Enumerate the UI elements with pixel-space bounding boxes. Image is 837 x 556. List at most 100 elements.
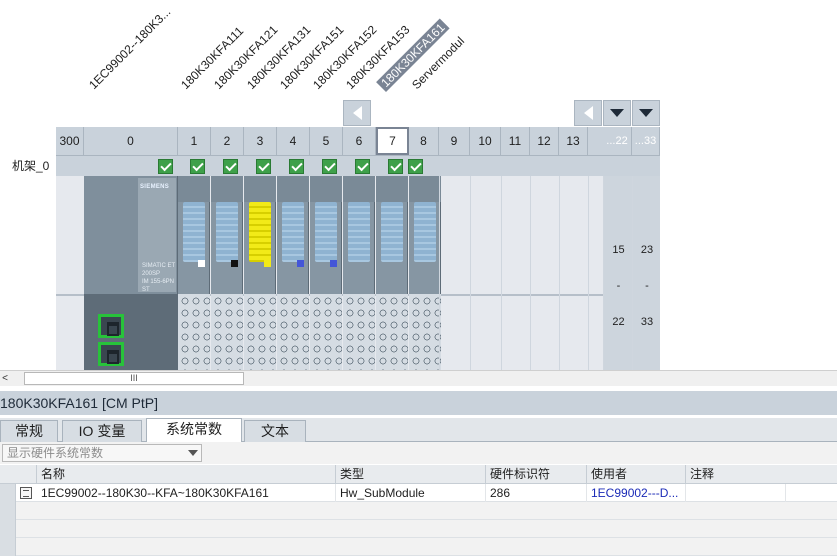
slot-number-row: 30001234567891011121314...22...33 [56, 127, 660, 155]
tab-texts[interactable]: 文本 [244, 420, 306, 442]
cell-type: Hw_SubModule [336, 484, 486, 502]
row-selector [0, 520, 16, 538]
module-label-strip [282, 202, 304, 262]
module-header [244, 176, 276, 202]
slot-number-8[interactable]: 8 [409, 127, 439, 155]
module-label-strip [183, 202, 205, 262]
scroll-left-button-2[interactable] [574, 100, 602, 126]
row-selector [0, 502, 16, 520]
rack-name: 机架_0 [12, 159, 50, 173]
empty-slot[interactable] [439, 176, 469, 372]
device-view-window: { "rack": { "module_labels": [ {"text": … [0, 0, 837, 556]
system-constants-table: 名称 类型 硬件标识符 使用者 注释 1EC99002--180K30--KFA… [0, 465, 837, 556]
empty-slot[interactable] [470, 176, 500, 372]
module-ok-check-icon [256, 159, 271, 174]
slot-number-4[interactable]: 4 [277, 127, 310, 155]
cell-hw-id: 286 [486, 484, 587, 502]
scroll-left-button[interactable] [343, 100, 371, 126]
slot-number-33[interactable]: ...33 [632, 127, 660, 155]
ethernet-port-icon[interactable] [98, 342, 124, 366]
module-terminal-block [277, 294, 309, 372]
properties-title: 180K30KFA161 [CM PtP] [0, 391, 837, 415]
filter-dropdown[interactable]: 显示硬件系统常数 [2, 444, 202, 462]
empty-slot[interactable] [501, 176, 531, 372]
slot-number-1[interactable]: 1 [178, 127, 211, 155]
range-dash: - [645, 280, 649, 292]
row-selector [0, 538, 16, 556]
ethernet-port-icon[interactable] [98, 314, 124, 338]
range-to: 22 [612, 316, 625, 328]
module-ok-check-icon [355, 159, 370, 174]
empty-slot[interactable] [530, 176, 560, 372]
column-header-name[interactable]: 名称 [37, 465, 336, 484]
column-header-hw-id[interactable]: 硬件标识符 [486, 465, 587, 484]
slot-number-3[interactable]: 3 [244, 127, 277, 155]
module-label[interactable]: 1EC99002--180K3... [86, 5, 173, 92]
table-corner [0, 465, 37, 484]
module-terminal-block [178, 294, 210, 372]
io-module-slot-6[interactable] [343, 176, 375, 372]
slot-number-7[interactable]: 7 [376, 127, 409, 155]
tab-system-constants[interactable]: 系统常数 [146, 418, 242, 443]
module-label-strip [249, 202, 271, 262]
module-color-code [264, 260, 271, 267]
column-header-used-by[interactable]: 使用者 [587, 465, 686, 484]
module-label-strip [315, 202, 337, 262]
slot-number-300[interactable]: 300 [56, 127, 84, 155]
cell-name[interactable]: 1EC99002--180K30--KFA~180K30KFA161 [37, 484, 336, 502]
module-header [343, 176, 375, 202]
cell-used-by[interactable]: 1EC99002---D... [587, 484, 686, 502]
empty-slot[interactable] [559, 176, 589, 372]
module-header [310, 176, 342, 202]
module-terminal-block [244, 294, 276, 372]
scrollbar-thumb[interactable]: III [24, 372, 244, 385]
slot-33-range[interactable]: 23 - 33 [632, 176, 660, 372]
interface-module-text: SIMATIC ET 200SP IM 155-6PN ST [142, 263, 176, 293]
module-label-strip [414, 202, 436, 262]
chevron-down-icon [188, 450, 198, 456]
column-header-comment[interactable]: 注释 [686, 465, 837, 484]
slot-number-10[interactable]: 10 [470, 127, 501, 155]
slot-number-12[interactable]: 12 [530, 127, 559, 155]
io-module-slot-5[interactable] [310, 176, 342, 372]
slot-number-11[interactable]: 11 [501, 127, 530, 155]
expand-slot-33-button[interactable] [632, 100, 660, 126]
horizontal-scrollbar[interactable]: < III [0, 370, 837, 386]
tab-general[interactable]: 常规 [0, 420, 58, 442]
io-module-slot-8[interactable] [409, 176, 441, 372]
system-constant-icon [20, 487, 32, 499]
rack-body: SIEMENS SIMATIC ET 200SP IM 155-6PN ST 15… [56, 176, 660, 372]
empty-slot[interactable] [588, 176, 603, 372]
arrow-down-icon [639, 109, 653, 117]
module-color-code [297, 260, 304, 267]
range-from: 23 [640, 244, 654, 256]
slot-number-0[interactable]: 0 [84, 127, 178, 155]
module-color-code [198, 260, 205, 267]
io-module-slot-4[interactable] [277, 176, 309, 372]
tab-io-tags[interactable]: IO 变量 [62, 420, 142, 442]
table-row[interactable]: 1EC99002--180K30--KFA~180K30KFA161 Hw_Su… [0, 484, 837, 502]
module-ok-check-icon [223, 159, 238, 174]
slot-number-5[interactable]: 5 [310, 127, 343, 155]
slot-number-22[interactable]: ...22 [603, 127, 632, 155]
table-row-empty [0, 538, 837, 556]
io-module-slot-7[interactable] [376, 176, 408, 372]
expand-slot-22-button[interactable] [603, 100, 631, 126]
io-module-slot-3[interactable] [244, 176, 276, 372]
slot-number-9[interactable]: 9 [439, 127, 470, 155]
range-dash: - [616, 280, 621, 292]
module-header [376, 176, 408, 202]
row-selector[interactable] [0, 484, 16, 502]
slot-22-range[interactable]: 15 - 22 [603, 176, 632, 372]
cell-comment[interactable] [686, 484, 786, 502]
slot-number-2[interactable]: 2 [211, 127, 244, 155]
scroll-left-arrow-icon[interactable]: < [0, 371, 10, 387]
io-module-slot-2[interactable] [211, 176, 243, 372]
module-label-strip [348, 202, 370, 262]
module-terminal-block [409, 294, 441, 372]
slot-number-13[interactable]: 13 [559, 127, 588, 155]
io-module-slot-1[interactable] [178, 176, 210, 372]
properties-tabs: 常规 IO 变量 系统常数 文本 [0, 418, 837, 443]
column-header-type[interactable]: 类型 [336, 465, 486, 484]
slot-number-6[interactable]: 6 [343, 127, 376, 155]
